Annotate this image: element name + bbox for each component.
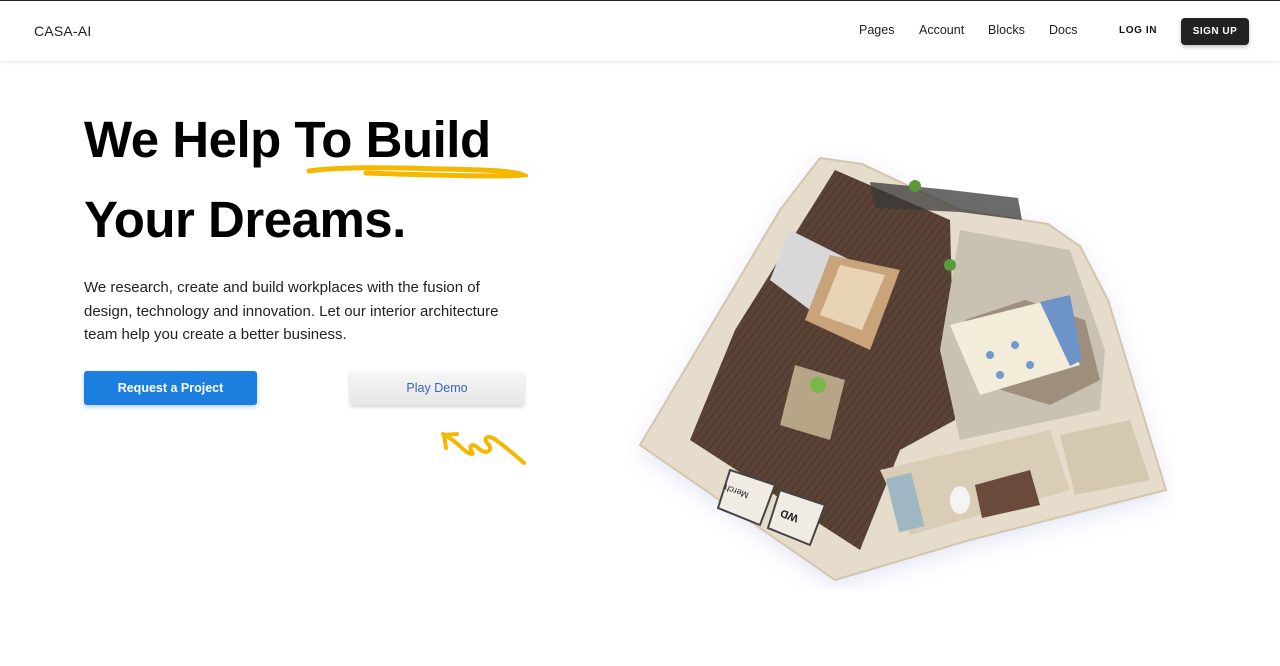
hero-title-line-1: We Help To Build [84,111,491,168]
nav-link-blocks[interactable]: Blocks [988,23,1025,37]
nav-link-pages[interactable]: Pages [859,23,894,37]
nav-link-account[interactable]: Account [919,23,964,37]
signup-button[interactable]: SIGN UP [1181,18,1249,45]
brand-logo[interactable]: CASA-AI [34,23,91,39]
curly-arrow-icon [441,432,526,465]
login-link[interactable]: LOG IN [1119,25,1157,36]
highlight-underline-icon [306,165,528,179]
nav-link-docs[interactable]: Docs [1049,23,1077,37]
apartment-floor-plan-icon: Merch WD [638,156,1168,582]
hero-description: We research, create and build workplaces… [84,279,499,343]
request-project-button[interactable]: Request a Project [84,371,257,405]
hero-title-line-2: Your Dreams. [84,191,406,248]
play-demo-button[interactable]: Play Demo [350,371,524,405]
navbar: CASA-AI Pages Account Blocks Docs LOG IN… [0,1,1280,61]
